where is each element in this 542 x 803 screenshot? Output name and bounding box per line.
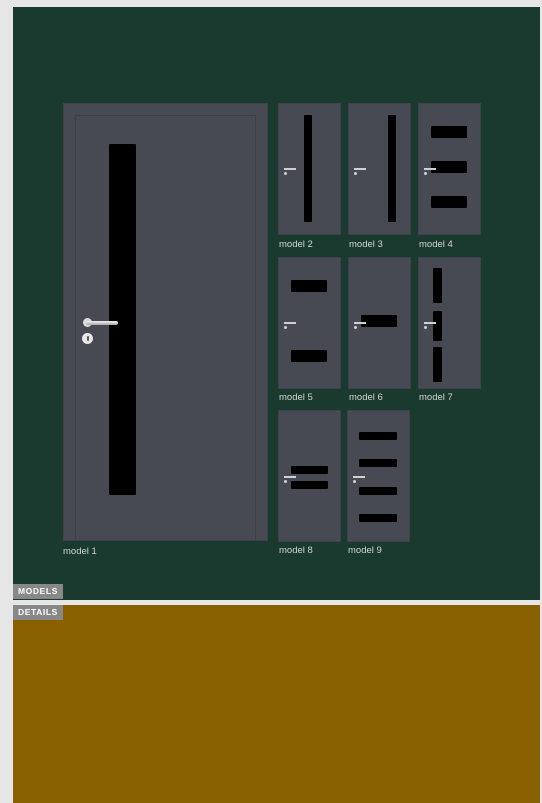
- model-label: model 1: [63, 546, 97, 557]
- door-glass: [359, 432, 397, 440]
- door-handle-icon: [424, 167, 436, 176]
- model-label: model 3: [349, 239, 383, 250]
- door-handle-icon: [86, 321, 118, 325]
- door-glass: [388, 115, 396, 222]
- door-model-7[interactable]: [418, 257, 481, 389]
- door-glass: [431, 196, 467, 208]
- door-model-2[interactable]: [278, 103, 341, 235]
- door-glass: [291, 350, 327, 362]
- door-handle-icon: [424, 321, 436, 330]
- model-label: model 9: [348, 545, 382, 556]
- keyhole-icon: [82, 333, 93, 344]
- door-glass: [291, 466, 328, 474]
- door-model-9[interactable]: [347, 410, 410, 542]
- door-model-6[interactable]: [348, 257, 411, 389]
- door-glass: [359, 487, 397, 495]
- door-glass: [433, 347, 442, 382]
- model-label: model 4: [419, 239, 453, 250]
- model-label: model 8: [279, 545, 313, 556]
- door-handle-icon: [284, 167, 296, 176]
- door-glass: [433, 268, 442, 303]
- door-glass: [359, 514, 397, 522]
- door-frame: [75, 115, 256, 541]
- door-handle-icon: [353, 475, 365, 484]
- door-model-5[interactable]: [278, 257, 341, 389]
- door-glass: [431, 126, 467, 138]
- door-model-4[interactable]: [418, 103, 481, 235]
- model-label: model 6: [349, 392, 383, 403]
- door-glass: [361, 315, 397, 327]
- door-glass: [109, 144, 136, 495]
- details-panel: [13, 605, 540, 803]
- model-label: model 5: [279, 392, 313, 403]
- door-model-3[interactable]: [348, 103, 411, 235]
- door-handle-icon: [284, 475, 296, 484]
- door-glass: [291, 481, 328, 489]
- model-label: model 7: [419, 392, 453, 403]
- door-glass: [291, 280, 327, 292]
- door-glass: [431, 161, 467, 173]
- door-model-1[interactable]: [63, 103, 268, 541]
- tab-details[interactable]: DETAILS: [13, 605, 63, 620]
- door-glass: [304, 115, 312, 222]
- model-label: model 2: [279, 239, 313, 250]
- tab-models[interactable]: MODELS: [13, 584, 63, 599]
- door-model-8[interactable]: [278, 410, 341, 542]
- door-glass: [359, 459, 397, 467]
- door-handle-icon: [354, 321, 366, 330]
- door-handle-icon: [284, 321, 296, 330]
- door-handle-icon: [354, 167, 366, 176]
